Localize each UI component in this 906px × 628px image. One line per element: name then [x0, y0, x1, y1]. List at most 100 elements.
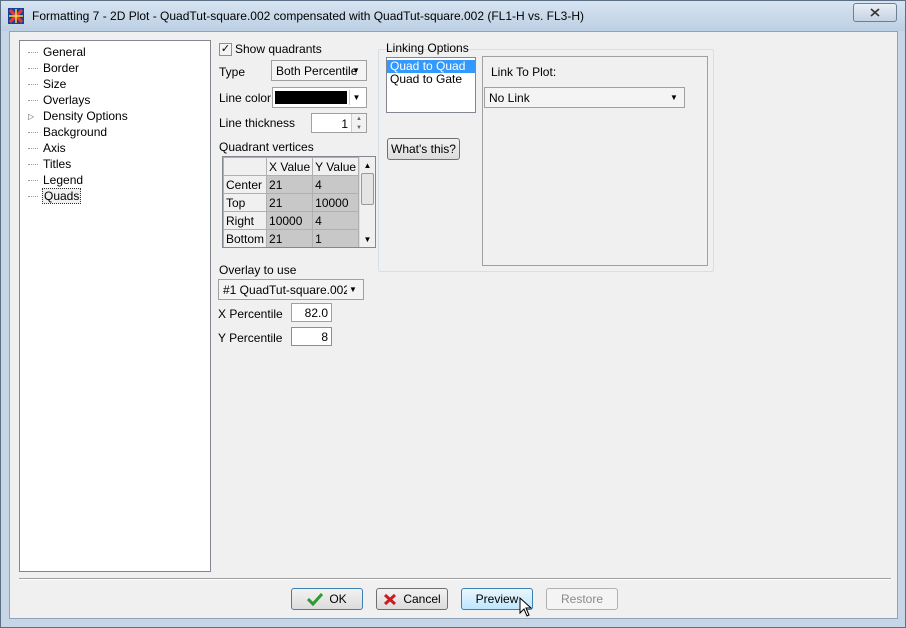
whats-this-label: What's this? [391, 142, 456, 156]
checkmark-icon[interactable]: ✓ [219, 42, 232, 56]
linking-options-list[interactable]: Quad to Quad Quad to Gate [386, 57, 476, 113]
tree-item-label: Quads [42, 188, 82, 204]
close-button[interactable] [853, 3, 897, 22]
stepper-up-icon[interactable]: ▲ [352, 114, 366, 123]
type-label: Type [219, 65, 246, 79]
tree-connector [28, 51, 38, 53]
restore-label: Restore [560, 592, 604, 606]
grid-scrollbar[interactable]: ▲ ▼ [359, 157, 375, 247]
line-color-picker[interactable]: ▼ [272, 87, 367, 108]
dialog-client: General Border Size Overlays ▷ Density Option… [9, 31, 898, 619]
table-row[interactable]: Top 21 10000 [223, 193, 360, 212]
x-value-cell[interactable]: 10000 [266, 211, 314, 230]
checkmark-icon [307, 592, 324, 606]
tree-item-border[interactable]: Border [28, 60, 80, 76]
tree-connector [28, 147, 38, 149]
y-value-cell[interactable]: 4 [312, 211, 360, 230]
tree-item-axis[interactable]: Axis [28, 140, 67, 156]
chevron-down-icon: ▼ [349, 285, 357, 294]
x-value-cell[interactable]: 21 [266, 175, 314, 194]
tree-connector [28, 67, 38, 69]
linking-options-label: Linking Options [386, 41, 469, 55]
tree-item-label: Size [43, 77, 67, 91]
cancel-label: Cancel [403, 592, 441, 606]
tree-connector [28, 99, 38, 101]
ok-label: OK [329, 592, 347, 606]
whats-this-button[interactable]: What's this? [387, 138, 460, 160]
restore-button[interactable]: Restore [546, 588, 618, 610]
chevron-down-icon: ▼ [670, 93, 678, 102]
x-percentile-input[interactable]: 82.0 [291, 303, 332, 322]
y-value-cell[interactable]: 1 [312, 229, 360, 247]
category-tree[interactable]: General Border Size Overlays ▷ Density Option… [19, 40, 211, 572]
ok-button[interactable]: OK [291, 588, 363, 610]
tree-connector [28, 131, 38, 133]
overlay-dropdown[interactable]: #1 QuadTut-square.002 c ▼ [218, 279, 364, 300]
line-color-swatch [275, 91, 347, 104]
table-row[interactable]: Center 21 4 [223, 175, 360, 194]
expand-arrow-icon[interactable]: ▷ [28, 112, 38, 121]
tree-item-density-options[interactable]: ▷ Density Options [28, 108, 129, 124]
link-to-plot-value: No Link [489, 90, 530, 105]
tree-item-titles[interactable]: Titles [28, 156, 72, 172]
y-value-cell[interactable]: 10000 [312, 193, 360, 212]
tree-item-label: Axis [43, 141, 66, 155]
overlay-value: #1 QuadTut-square.002 c [223, 282, 347, 297]
close-icon [870, 8, 880, 17]
line-color-label: Line color [219, 91, 272, 105]
window-title: Formatting 7 - 2D Plot - QuadTut-square.… [32, 9, 585, 23]
tree-connector [28, 163, 38, 165]
chevron-down-icon: ▼ [349, 90, 363, 105]
x-value-cell[interactable]: 21 [266, 229, 314, 247]
tree-item-label: Background [43, 125, 108, 139]
stepper-buttons[interactable]: ▲ ▼ [351, 114, 366, 132]
line-thickness-stepper[interactable]: 1 ▲ ▼ [311, 113, 367, 133]
table-row[interactable]: Right 10000 4 [223, 211, 360, 230]
tree-item-label: General [43, 45, 86, 59]
tree-connector [28, 195, 38, 197]
tree-connector [28, 83, 38, 85]
tree-item-label: Border [43, 61, 80, 75]
quadrant-vertices-grid[interactable]: X Value Y Value Center 21 4 Top 21 10000… [222, 156, 376, 248]
preview-label: Preview [475, 592, 519, 606]
scroll-down-icon[interactable]: ▼ [360, 231, 375, 247]
chevron-down-icon: ▼ [352, 66, 360, 75]
row-header: Top [223, 193, 268, 212]
y-value-header: Y Value [312, 157, 360, 176]
list-item[interactable]: Quad to Gate [387, 73, 475, 86]
footer-separator [19, 578, 891, 580]
link-to-plot-dropdown[interactable]: No Link ▼ [484, 87, 685, 108]
stepper-down-icon[interactable]: ▼ [352, 123, 366, 132]
tree-item-label: Overlays [43, 93, 91, 107]
y-percentile-input[interactable]: 8 [291, 327, 332, 346]
tree-connector [28, 179, 38, 181]
cancel-button[interactable]: Cancel [376, 588, 448, 610]
tree-item-label: Titles [43, 157, 72, 171]
tree-item-general[interactable]: General [28, 44, 87, 60]
tree-item-background[interactable]: Background [28, 124, 108, 140]
scroll-up-icon[interactable]: ▲ [360, 157, 375, 173]
tree-item-overlays[interactable]: Overlays [28, 92, 91, 108]
app-logo-icon [8, 8, 24, 24]
cancel-x-icon [384, 593, 397, 605]
tree-item-quads[interactable]: Quads [28, 188, 82, 204]
x-percentile-label: X Percentile [218, 307, 283, 321]
y-value-cell[interactable]: 4 [312, 175, 360, 194]
show-quadrants-label: Show quadrants [235, 42, 322, 56]
tree-item-label: Density Options [43, 109, 128, 123]
mouse-cursor-icon [519, 597, 533, 617]
tree-item-size[interactable]: Size [28, 76, 67, 92]
line-thickness-label: Line thickness [219, 116, 296, 130]
table-row[interactable]: Bottom 21 1 [223, 229, 360, 247]
type-dropdown[interactable]: Both Percentile ▼ [271, 60, 367, 81]
tree-item-legend[interactable]: Legend [28, 172, 84, 188]
show-quadrants-checkbox[interactable]: ✓ Show quadrants [219, 42, 322, 56]
quadrant-vertices-label: Quadrant vertices [219, 140, 314, 154]
row-header: Right [223, 211, 268, 230]
row-header: Center [223, 175, 268, 194]
y-percentile-label: Y Percentile [218, 331, 283, 345]
scroll-thumb[interactable] [361, 173, 374, 205]
title-bar[interactable]: Formatting 7 - 2D Plot - QuadTut-square.… [1, 1, 905, 31]
x-value-cell[interactable]: 21 [266, 193, 314, 212]
link-to-plot-label: Link To Plot: [491, 65, 557, 79]
